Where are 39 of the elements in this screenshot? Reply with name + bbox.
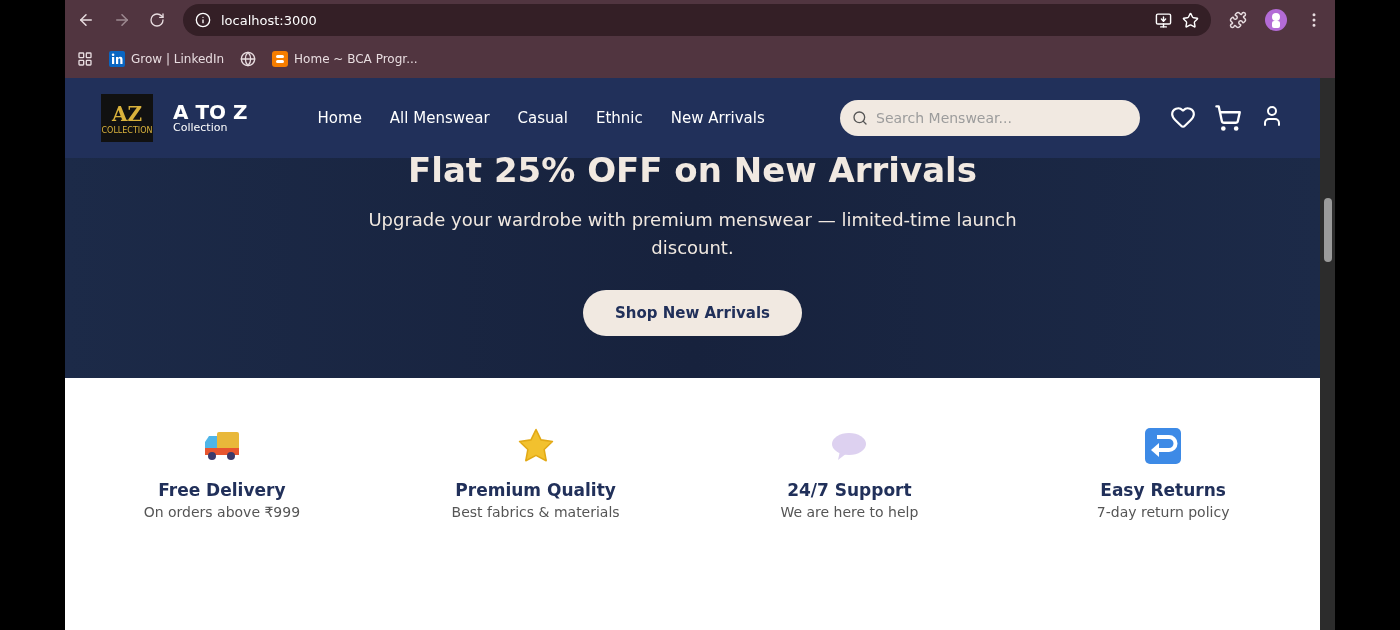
scrollbar-thumb[interactable] bbox=[1323, 198, 1332, 262]
feature-text: We are here to help bbox=[780, 504, 919, 520]
nav-link[interactable]: Casual bbox=[517, 109, 568, 127]
heart-icon[interactable] bbox=[1170, 104, 1196, 130]
back-icon[interactable] bbox=[77, 11, 95, 29]
cart-icon[interactable] bbox=[1214, 104, 1242, 132]
address-bar[interactable]: localhost:3000 bbox=[183, 4, 1211, 36]
bookmark[interactable]: Grow | LinkedIn bbox=[109, 51, 225, 67]
star-icon bbox=[516, 428, 555, 464]
shop-button[interactable]: Shop New Arrivals bbox=[582, 290, 803, 336]
feature-text: Best fabrics & materials bbox=[451, 504, 620, 520]
speech-bubble-icon bbox=[831, 431, 868, 461]
blogger-icon bbox=[272, 51, 289, 67]
reload-icon[interactable] bbox=[149, 12, 165, 28]
feature-title: 24/7 Support bbox=[787, 480, 912, 500]
brand-tagline: Collection bbox=[173, 122, 229, 134]
apps-icon[interactable] bbox=[77, 51, 93, 67]
feature-title: Free Delivery bbox=[158, 480, 286, 500]
nav-link[interactable]: Home bbox=[317, 109, 362, 127]
nav-link[interactable]: All Menswear bbox=[389, 109, 490, 127]
profile-avatar[interactable] bbox=[1265, 9, 1287, 31]
feature-title: Premium Quality bbox=[455, 480, 616, 500]
search-icon bbox=[852, 110, 868, 126]
globe-icon bbox=[240, 51, 257, 67]
feature-text: On orders above ₹999 bbox=[143, 504, 301, 520]
hero-text: Upgrade your wardrobe with premium menswear — limited-time launch discount. bbox=[367, 208, 1018, 260]
hero-heading: Flat 25% OFF on New Arrivals bbox=[408, 150, 977, 190]
feature-title: Easy Returns bbox=[1100, 480, 1226, 500]
linkedin-icon bbox=[109, 51, 125, 67]
search-field[interactable]: Search Menswear... bbox=[840, 100, 1140, 136]
forward-icon[interactable] bbox=[113, 11, 131, 29]
feature-text: 7-day return policy bbox=[1096, 504, 1230, 520]
nav-link[interactable]: New Arrivals bbox=[670, 109, 765, 127]
extensions-icon[interactable] bbox=[1229, 11, 1247, 29]
nav-link[interactable]: Ethnic bbox=[595, 109, 643, 127]
logo: AZ COLLECTION bbox=[101, 94, 153, 142]
brand-name: A TO Z bbox=[173, 102, 248, 122]
truck-icon bbox=[202, 430, 241, 462]
bookmark[interactable]: Home ~ BCA Progr... bbox=[272, 51, 418, 67]
